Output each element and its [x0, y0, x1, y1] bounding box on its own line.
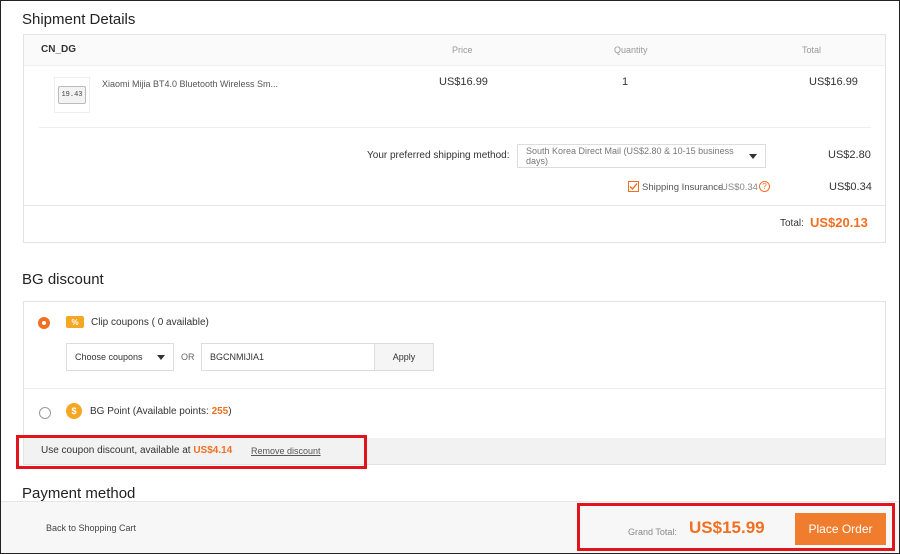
- coupon-icon: %: [66, 316, 84, 328]
- coupon-note-value: US$4.14: [193, 445, 233, 456]
- total-label: Total:: [780, 218, 804, 229]
- or-label: OR: [181, 352, 195, 362]
- insurance-label: Shipping Insurance: [642, 182, 724, 193]
- bg-point-close: ): [228, 406, 232, 417]
- shipping-cost: US$2.80: [828, 149, 871, 161]
- thermometer-display: 19.43: [58, 86, 86, 104]
- chevron-down-icon: [749, 153, 757, 159]
- shipping-method-select[interactable]: South Korea Direct Mail (US$2.80 & 10-15…: [517, 144, 766, 168]
- bg-point-radio[interactable]: [39, 407, 51, 419]
- bg-point-label: BG Point (Available points: 255): [90, 406, 232, 417]
- grand-total-value: US$15.99: [689, 518, 765, 537]
- remove-discount-link[interactable]: Remove discount: [251, 446, 321, 456]
- clip-coupons-radio[interactable]: [38, 317, 50, 329]
- shipping-method-value: South Korea Direct Mail (US$2.80 & 10-15…: [526, 146, 734, 166]
- check-icon: [629, 183, 638, 191]
- insurance-checkbox[interactable]: [628, 181, 639, 192]
- shipping-method-label: Your preferred shipping method:: [367, 150, 510, 161]
- item-price: US$16.99: [439, 76, 488, 88]
- discount-divider: [24, 388, 885, 389]
- chevron-down-icon: [157, 354, 165, 360]
- discount-title: BG discount: [22, 271, 104, 288]
- warehouse-label: CN_DG: [41, 44, 77, 55]
- coupon-code-input[interactable]: BGCNMIJIA1: [201, 343, 375, 371]
- total-value: US$20.13: [810, 215, 868, 230]
- clip-coupons-label: Clip coupons ( 0 available): [91, 317, 209, 328]
- item-quantity: 1: [622, 76, 629, 88]
- insurance-cost: US$0.34: [829, 181, 872, 193]
- bg-point-value: 255: [211, 406, 229, 417]
- item-total: US$16.99: [809, 76, 858, 88]
- coin-icon: $: [66, 403, 82, 419]
- insurance-price: US$0.34: [721, 182, 758, 193]
- product-thumbnail[interactable]: 19.43: [54, 77, 90, 113]
- shipment-title: Shipment Details: [22, 11, 136, 28]
- choose-coupons-select[interactable]: Choose coupons: [66, 343, 174, 371]
- choose-coupons-value: Choose coupons: [75, 352, 143, 362]
- price-column-header: Price: [452, 45, 473, 55]
- payment-title: Payment method: [22, 485, 136, 502]
- product-name-link[interactable]: Xiaomi Mijia BT4.0 Bluetooth Wireless Sm…: [102, 79, 278, 89]
- shipment-panel: CN_DG Price Quantity Total 19.43 Xiaomi …: [23, 34, 886, 243]
- row-divider: [39, 127, 871, 128]
- coupon-note: Use coupon discount, available at US$4.1…: [41, 445, 232, 456]
- total-column-header: Total: [802, 45, 822, 55]
- total-divider: [24, 205, 885, 206]
- place-order-button[interactable]: Place Order: [795, 513, 886, 545]
- help-icon[interactable]: ?: [759, 181, 770, 192]
- coupon-note-text: Use coupon discount, available at: [41, 445, 194, 456]
- apply-button[interactable]: Apply: [374, 343, 434, 371]
- bg-point-text: BG Point (Available points:: [90, 406, 212, 417]
- back-to-cart-link[interactable]: Back to Shopping Cart: [46, 523, 136, 533]
- grand-total-label: Grand Total:: [628, 527, 677, 537]
- quantity-column-header: Quantity: [614, 45, 648, 55]
